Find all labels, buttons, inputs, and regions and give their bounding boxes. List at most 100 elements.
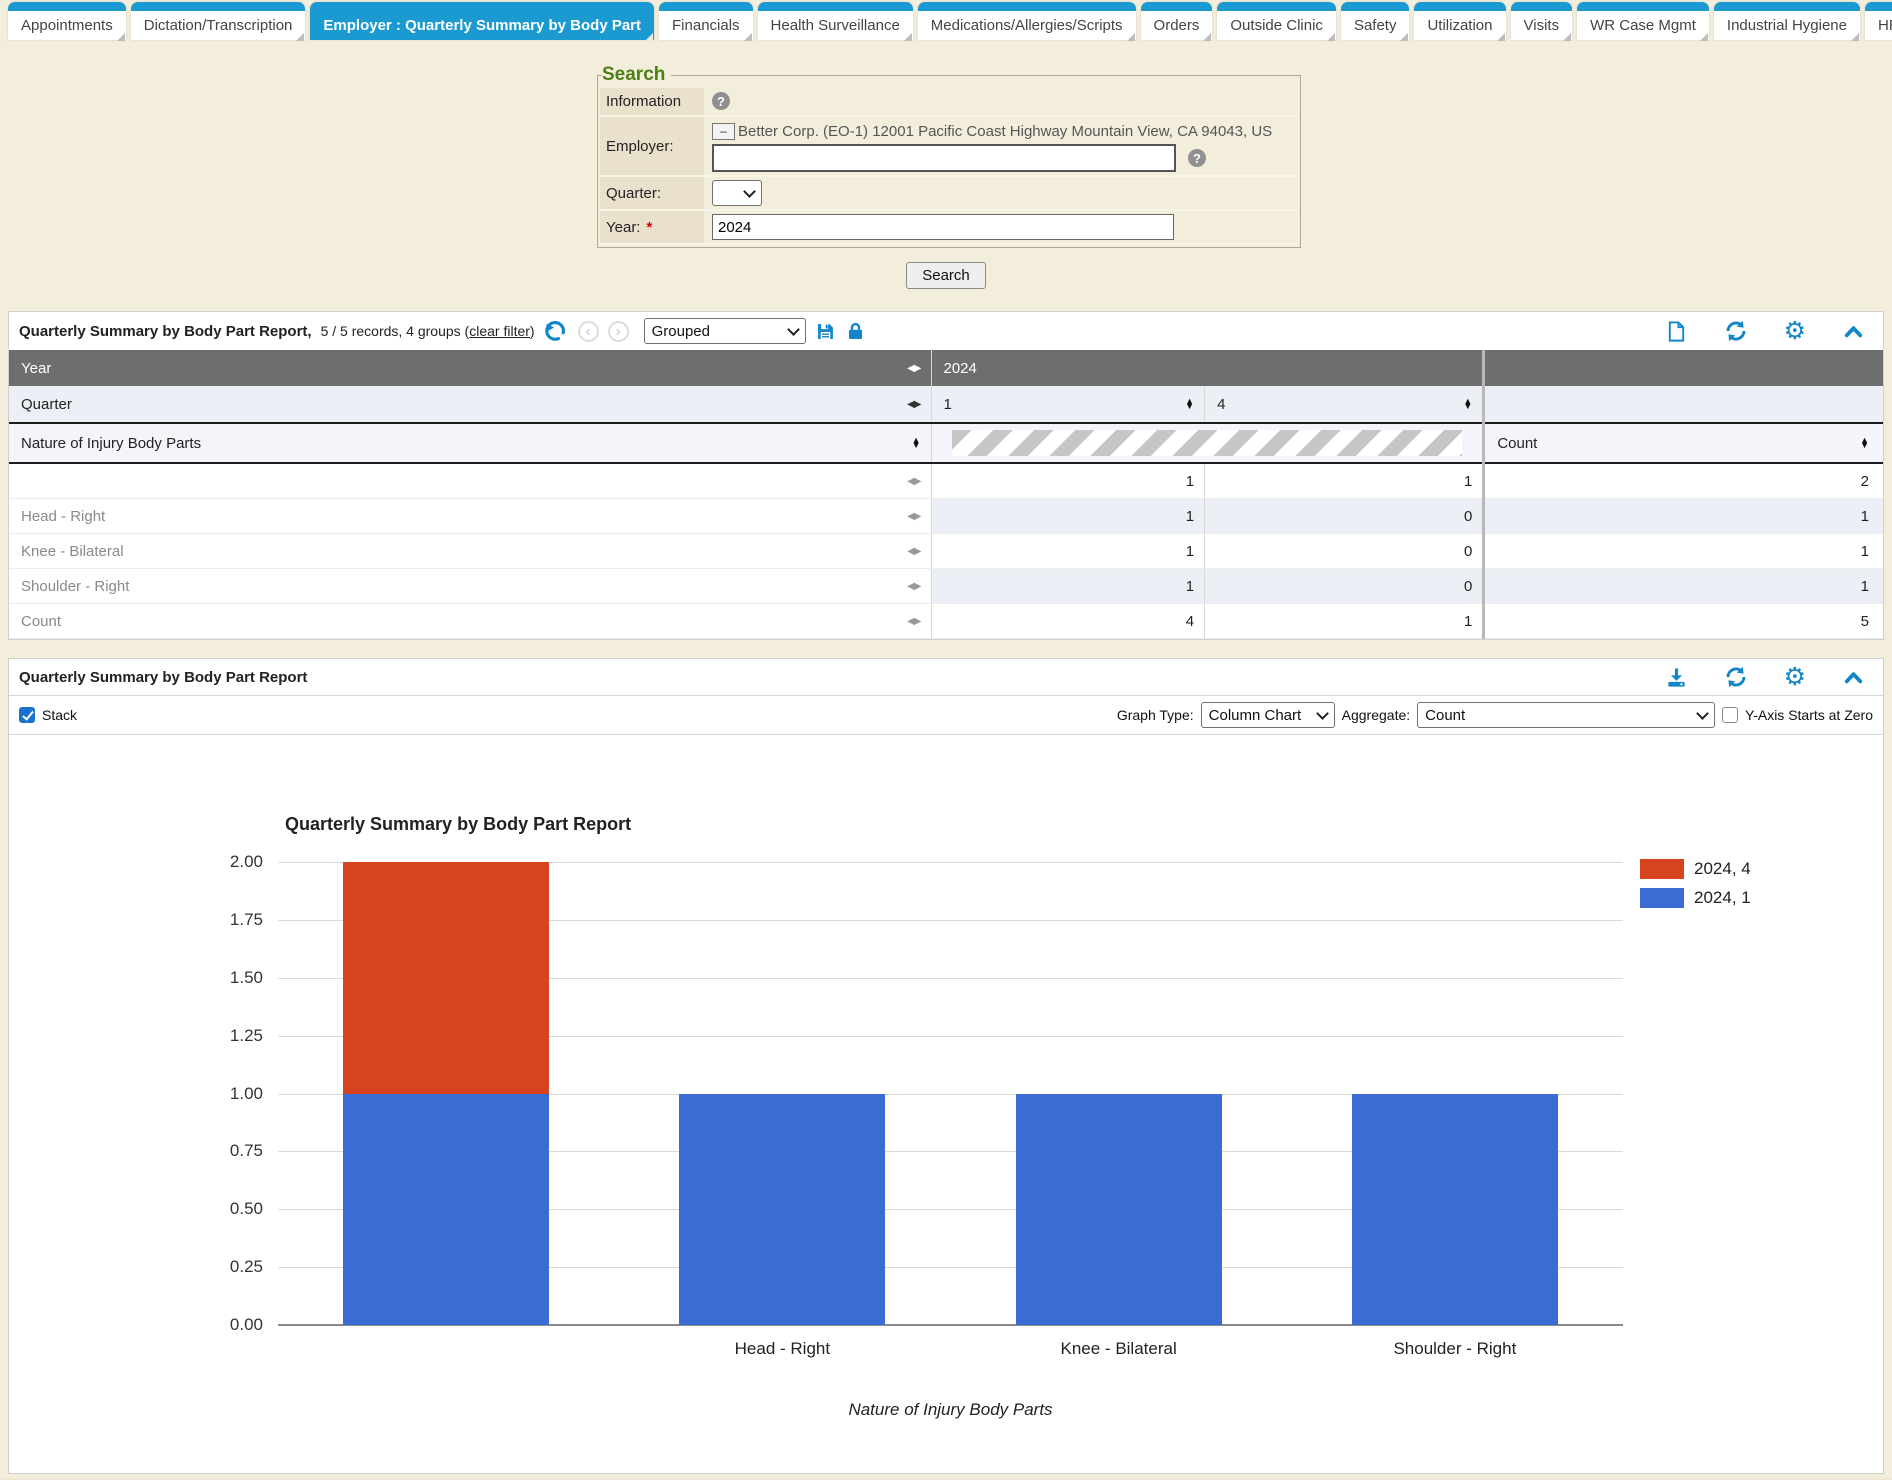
x-tick-label: Knee - Bilateral xyxy=(1061,1339,1177,1359)
report-table-title: Quarterly Summary by Body Part Report, xyxy=(19,323,312,340)
grouped-select-value: Grouped xyxy=(652,323,710,340)
sort-icon[interactable]: ▲▼ xyxy=(1463,399,1472,410)
tab-health-surveillance[interactable]: Health Surveillance xyxy=(758,2,913,40)
tab-medications-allergies-scripts[interactable]: Medications/Allergies/Scripts xyxy=(918,2,1136,40)
y-tick-label: 0.00 xyxy=(48,1315,263,1335)
lock-icon[interactable] xyxy=(845,321,866,342)
legend-item[interactable]: 2024, 4 xyxy=(1640,859,1751,879)
count-cell: 1 xyxy=(1484,499,1883,534)
table-row: Shoulder - Right◀▶101 xyxy=(9,569,1883,604)
tab-appointments[interactable]: Appointments xyxy=(8,2,126,40)
y-axis-zero-checkbox[interactable] xyxy=(1722,707,1738,723)
row-label-cell: Head - Right◀▶ xyxy=(9,499,931,534)
value-cell: 4 xyxy=(931,604,1205,639)
year-input[interactable] xyxy=(712,214,1174,240)
aggregate-label: Aggregate: xyxy=(1342,707,1411,723)
tab-orders[interactable]: Orders xyxy=(1141,2,1213,40)
row-label-cell: ◀▶ xyxy=(9,463,931,499)
count-cell: 1 xyxy=(1484,569,1883,604)
clear-filter-link[interactable]: clear filter xyxy=(469,323,530,339)
column-resize-icon[interactable]: ◀▶ xyxy=(907,476,920,487)
tab-financials[interactable]: Financials xyxy=(659,2,753,40)
bar-segment[interactable] xyxy=(1352,1094,1558,1326)
chart-title: Quarterly Summary by Body Part Report xyxy=(285,814,631,835)
aggregate-select[interactable]: Count xyxy=(1417,702,1715,728)
stack-checkbox[interactable] xyxy=(19,707,35,723)
tab-label: Industrial Hygiene xyxy=(1727,17,1847,34)
prev-page-icon[interactable]: ‹ xyxy=(578,321,599,342)
refresh-icon[interactable] xyxy=(1724,665,1748,689)
search-button[interactable]: Search xyxy=(906,262,986,289)
tab-label: Employer : Quarterly Summary by Body Par… xyxy=(323,17,641,34)
employer-input[interactable] xyxy=(712,144,1176,172)
column-resize-icon[interactable]: ◀▶ xyxy=(907,546,920,557)
collapse-panel-icon[interactable] xyxy=(1842,666,1865,689)
new-document-icon[interactable] xyxy=(1665,320,1688,343)
download-icon[interactable] xyxy=(1665,666,1688,689)
tab-safety[interactable]: Safety xyxy=(1341,2,1410,40)
year-label: Year:* xyxy=(600,210,704,244)
tab-visits[interactable]: Visits xyxy=(1511,2,1573,40)
quarter-select[interactable] xyxy=(712,180,762,206)
tab-label: Medications/Allergies/Scripts xyxy=(931,17,1123,34)
next-page-icon[interactable]: › xyxy=(608,321,629,342)
employer-label: Employer: xyxy=(600,116,704,176)
bar-segment[interactable] xyxy=(679,1094,885,1326)
tab-outside-clinic[interactable]: Outside Clinic xyxy=(1217,2,1336,40)
collapse-panel-icon[interactable] xyxy=(1842,320,1865,343)
column-resize-icon[interactable]: ◀▶ xyxy=(907,363,920,374)
tab-bar: Appointments Dictation/Transcription Emplo… xyxy=(0,0,1892,40)
value-cell: 1 xyxy=(931,463,1205,499)
bar-segment[interactable] xyxy=(1016,1094,1222,1326)
value-cell: 1 xyxy=(931,534,1205,569)
legend-item[interactable]: 2024, 1 xyxy=(1640,888,1751,908)
save-icon[interactable] xyxy=(815,321,836,342)
tab-wr-case-mgmt[interactable]: WR Case Mgmt xyxy=(1577,2,1709,40)
undo-icon[interactable] xyxy=(544,319,569,344)
graph-type-select[interactable]: Column Chart xyxy=(1201,702,1335,728)
tab-label: Appointments xyxy=(21,17,113,34)
chevron-down-icon xyxy=(1316,707,1329,720)
x-tick-label: Shoulder - Right xyxy=(1393,1339,1516,1359)
year-count-empty-cell xyxy=(1484,350,1883,386)
chart-legend: 2024, 4 2024, 1 xyxy=(1640,859,1751,908)
aggregate-value: Count xyxy=(1425,707,1465,724)
tab-label: Outside Clinic xyxy=(1230,17,1323,34)
column-resize-icon[interactable]: ◀▶ xyxy=(907,616,920,627)
report-table-toolbar: Quarterly Summary by Body Part Report, 5… xyxy=(9,312,1883,350)
legend-swatch xyxy=(1640,888,1684,908)
required-asterisk: * xyxy=(646,219,652,236)
settings-gear-icon[interactable]: ⚙ xyxy=(1784,665,1806,690)
employer-selected-value: Better Corp. (EO-1) 12001 Pacific Coast … xyxy=(738,123,1272,140)
sort-icon[interactable]: ▲▼ xyxy=(1185,399,1194,410)
table-row: Knee - Bilateral◀▶101 xyxy=(9,534,1883,569)
grouped-select[interactable]: Grouped xyxy=(644,318,806,344)
column-resize-icon[interactable]: ◀▶ xyxy=(907,399,920,410)
tab-industrial-hygiene[interactable]: Industrial Hygiene xyxy=(1714,2,1860,40)
column-resize-icon[interactable]: ◀▶ xyxy=(907,581,920,592)
y-tick-label: 1.00 xyxy=(48,1084,263,1104)
table-row: Head - Right◀▶101 xyxy=(9,499,1883,534)
sort-icon[interactable]: ▲▼ xyxy=(1860,438,1869,449)
refresh-icon[interactable] xyxy=(1724,319,1748,343)
chevron-down-icon xyxy=(1696,707,1709,720)
chevron-down-icon xyxy=(743,185,756,198)
sort-desc-icon: ▼ xyxy=(1463,404,1472,409)
settings-gear-icon[interactable]: ⚙ xyxy=(1784,319,1806,344)
sort-icon[interactable]: ▲▼ xyxy=(912,438,921,449)
bar-segment[interactable] xyxy=(343,862,549,1094)
tab-label: HR Data Feed xyxy=(1878,17,1892,34)
column-resize-icon[interactable]: ◀▶ xyxy=(907,511,920,522)
employer-collapse-button[interactable]: – xyxy=(712,123,735,140)
tab-utilization[interactable]: Utilization xyxy=(1414,2,1505,40)
bar-segment[interactable] xyxy=(343,1094,549,1326)
tab-dictation-transcription[interactable]: Dictation/Transcription xyxy=(131,2,306,40)
value-cell: 0 xyxy=(1205,569,1484,604)
tab-label: Safety xyxy=(1354,17,1397,34)
tab-hr-data-feed[interactable]: HR Data Feed xyxy=(1865,2,1892,40)
employer-help-icon[interactable]: ? xyxy=(1188,149,1206,167)
count-cell: 2 xyxy=(1484,463,1883,499)
chart-panel: Quarterly Summary by Body Part Report ⚙ … xyxy=(8,658,1884,1474)
information-help-icon[interactable]: ? xyxy=(712,92,730,110)
tab-employer-quarterly-summary-by-body-part[interactable]: Employer : Quarterly Summary by Body Par… xyxy=(310,2,654,40)
